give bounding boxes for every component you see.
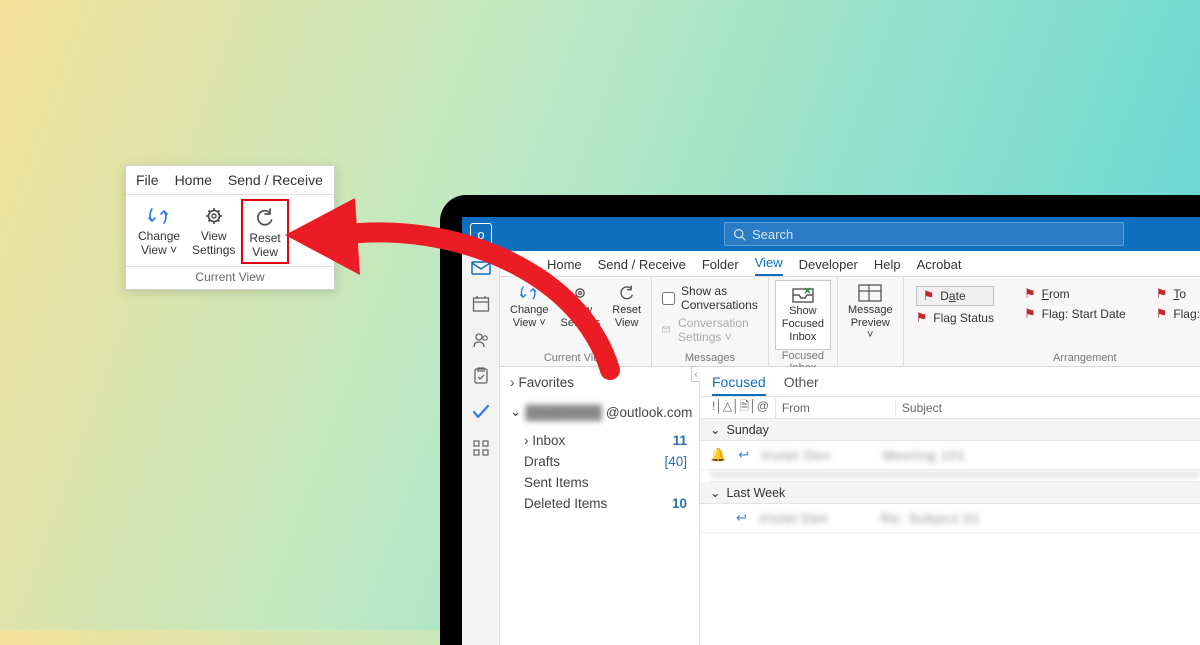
account-header[interactable]: ⌄ ████████@outlook.com [510, 404, 689, 420]
folder-inbox[interactable]: › Inbox11 [522, 430, 689, 451]
tab-file[interactable]: File [510, 257, 531, 276]
ribbon-group-current-view: Change View ˅ View Settings Reset View C… [500, 277, 652, 366]
folder-deleted-items[interactable]: Deleted Items10 [522, 493, 689, 514]
callout-group-label: Current View [126, 267, 334, 289]
mail-row[interactable]: 🔔 ↩ Violet Den Meeting 101 [700, 441, 1200, 470]
reset-icon [617, 282, 637, 304]
mail-row[interactable]: ↩ Violet Den Re: Subject 01 [700, 504, 1200, 533]
arrange-by-flag-due-date[interactable]: ⚑Flag: Due Date [1156, 306, 1200, 322]
reply-icon: ↩ [736, 510, 747, 526]
folder-sent-items[interactable]: Sent Items [522, 472, 689, 493]
view-settings-button[interactable]: View Settings [557, 280, 605, 331]
flag-icon: ⚑ [1156, 306, 1168, 322]
tab-view[interactable]: View [755, 255, 783, 276]
flag-icon: ⚑ [1024, 306, 1036, 322]
focused-inbox-icon [790, 285, 816, 305]
message-preview-icon [857, 282, 883, 304]
ribbon-group-messages: Show as Conversations Conversation Setti… [652, 277, 769, 366]
favorites-header[interactable]: › Favorites [510, 375, 689, 390]
ribbon-callout: File Home Send / Receive Change View ˅ V… [125, 165, 335, 290]
change-view-button[interactable]: Change View ˅ [506, 280, 553, 331]
col-from[interactable]: From [776, 401, 896, 415]
rail-mail-icon[interactable] [470, 257, 492, 279]
tab-acrobat[interactable]: Acrobat [917, 257, 962, 276]
reset-icon [253, 205, 277, 231]
reset-view-button-highlighted[interactable]: Reset View [241, 199, 288, 264]
change-view-icon [146, 203, 172, 229]
reply-icon: ↩ [738, 447, 749, 463]
chevron-down-icon: ⌄ [710, 422, 720, 437]
reminder-icon: 🔔 [710, 447, 726, 463]
chevron-down-icon: ⌄ [710, 485, 720, 500]
conversation-icon [662, 323, 672, 337]
tab-help[interactable]: Help [874, 257, 901, 276]
tab-developer[interactable]: Developer [799, 257, 858, 276]
flag-icon: ⚑ [1024, 286, 1036, 302]
show-as-conversations-checkbox[interactable]: Show as Conversations [662, 284, 758, 312]
arrange-by-date[interactable]: ⚑Date [916, 286, 994, 306]
folder-drafts[interactable]: Drafts[40] [522, 451, 689, 472]
flag-icon: ⚑ [923, 288, 935, 304]
column-headers[interactable]: !│△│🗎│@ From Subject [700, 397, 1200, 419]
col-flags[interactable]: !│△│🗎│@ [706, 397, 776, 418]
callout-menu: File Home Send / Receive [126, 166, 334, 194]
tab-focused[interactable]: Focused [712, 374, 766, 396]
rail-calendar-icon[interactable] [470, 293, 492, 315]
reset-view-button[interactable]: Reset View [608, 280, 645, 331]
ribbon-tabs: File Home Send / Receive Folder View Dev… [500, 251, 1200, 277]
arrange-by-to[interactable]: ⚑To [1156, 286, 1200, 302]
message-list: ‹ Focused Other !│△│🗎│@ From Subject ⌄ S… [700, 367, 1200, 645]
change-view-button[interactable]: Change View ˅ [132, 199, 186, 264]
menu-send-receive[interactable]: Send / Receive [228, 172, 323, 188]
chevron-down-icon: ⌄ [510, 404, 521, 420]
title-bar: o Search [462, 217, 1200, 251]
rail-todo-icon[interactable] [470, 401, 492, 423]
menu-home[interactable]: Home [175, 172, 212, 188]
show-focused-inbox-button[interactable]: Show Focused Inbox [775, 280, 831, 350]
search-input[interactable]: Search [724, 222, 1124, 246]
laptop-frame: o Search File Home Send / Receive Folder… [440, 195, 1200, 645]
view-settings-button[interactable]: View Settings [186, 199, 241, 264]
message-list-tabs: Focused Other [700, 367, 1200, 397]
rail-more-icon[interactable] [470, 437, 492, 459]
rail-people-icon[interactable] [470, 329, 492, 351]
flag-icon: ⚑ [1156, 286, 1168, 302]
menu-file[interactable]: File [136, 172, 159, 188]
outlook-logo-icon: o [470, 223, 492, 245]
col-subject[interactable]: Subject [896, 401, 1200, 415]
arrange-by-flag-start-date[interactable]: ⚑Flag: Start Date [1024, 306, 1126, 322]
conversation-settings-button: Conversation Settings ˅ [662, 316, 758, 344]
group-last-week[interactable]: ⌄ Last Week [700, 482, 1200, 504]
rail-tasks-icon[interactable] [470, 365, 492, 387]
ribbon: Change View ˅ View Settings Reset View C… [500, 277, 1200, 367]
ribbon-group-arrangement: ⚑Date ⚑Flag Status ⚑From ⚑Flag: Start Da… [904, 277, 1200, 366]
search-icon [733, 228, 746, 241]
arrange-by-from[interactable]: ⚑From [1024, 286, 1126, 302]
message-preview-button[interactable]: Message Preview ˅ [844, 280, 897, 344]
chevron-right-icon: › [510, 375, 515, 390]
tab-folder[interactable]: Folder [702, 257, 739, 276]
ribbon-group-layout: Message Preview ˅ [838, 277, 904, 366]
ribbon-group-focused-inbox: Show Focused Inbox Focused Inbox [769, 277, 838, 366]
folder-pane: › Favorites ⌄ ████████@outlook.com › Inb… [500, 367, 700, 645]
change-view-icon [518, 282, 540, 304]
flag-icon: ⚑ [916, 310, 928, 326]
arrange-by-flag-status[interactable]: ⚑Flag Status [916, 310, 994, 326]
collapse-folder-pane-button[interactable]: ‹ [691, 366, 700, 382]
tab-home[interactable]: Home [547, 257, 582, 276]
tab-other[interactable]: Other [784, 374, 819, 396]
tab-send-receive[interactable]: Send / Receive [598, 257, 686, 276]
gear-icon [570, 282, 590, 304]
gear-icon [202, 203, 226, 229]
outlook-window: o Search File Home Send / Receive Folder… [462, 217, 1200, 645]
group-sunday[interactable]: ⌄ Sunday [700, 419, 1200, 441]
nav-rail [462, 251, 500, 645]
